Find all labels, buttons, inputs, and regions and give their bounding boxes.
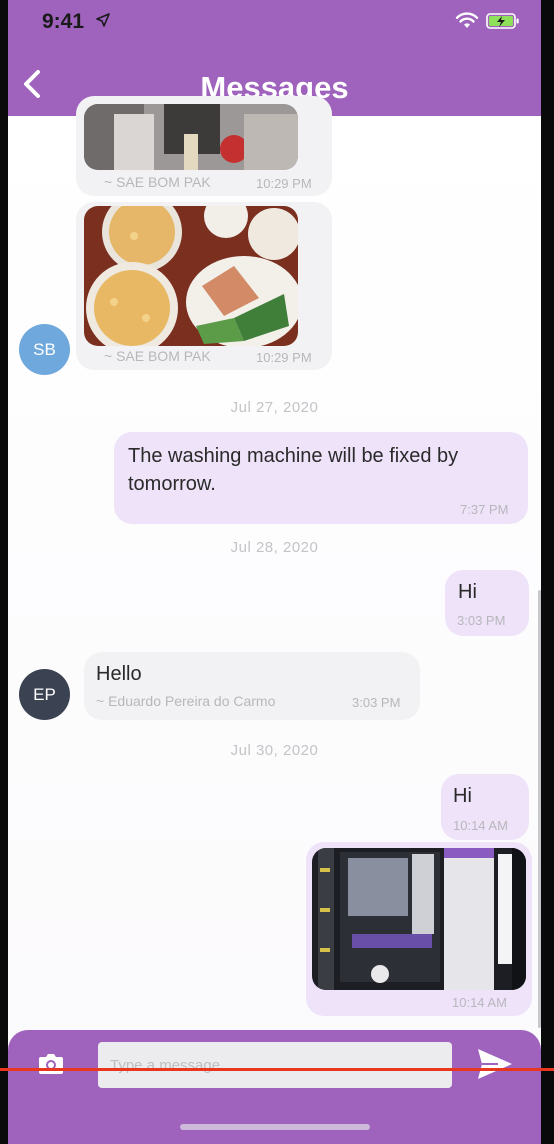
home-indicator xyxy=(180,1124,370,1130)
photo-message: ~ SAE BOM PAK 10:29 PM xyxy=(76,202,332,370)
message-text: Hello xyxy=(96,663,142,685)
avatar[interactable]: EP xyxy=(19,669,70,720)
message-time: 10:14 AM xyxy=(452,995,507,1010)
location-arrow-icon xyxy=(96,13,110,27)
date-separator: Jul 27, 2020 xyxy=(230,399,319,416)
phone-screen: 9:41 Messages ~ SAE BOM PAK 10:29 PM ~ S… xyxy=(8,0,541,1144)
outgoing-message[interactable]: Hi 3:03 PM xyxy=(445,570,529,636)
avatar[interactable]: SB xyxy=(19,324,70,375)
message-time: 3:03 PM xyxy=(352,695,401,710)
outgoing-message[interactable]: The washing machine will be fixed by tom… xyxy=(114,432,528,524)
message-time: 7:37 PM xyxy=(460,502,509,517)
message-time: 10:29 PM xyxy=(256,350,312,365)
send-icon[interactable] xyxy=(476,1046,514,1082)
photo-message: ~ SAE BOM PAK 10:29 PM xyxy=(76,96,332,196)
camera-icon[interactable] xyxy=(36,1050,66,1078)
message-sender: ~ SAE BOM PAK xyxy=(104,348,211,364)
status-time: 9:41 xyxy=(42,10,85,33)
avatar-initials: EP xyxy=(33,684,56,704)
incoming-message[interactable]: Hello ~ Eduardo Pereira do Carmo 3:03 PM xyxy=(84,652,420,720)
message-sender: ~ SAE BOM PAK xyxy=(104,174,211,190)
photo-thumbnail[interactable] xyxy=(84,206,298,346)
message-input[interactable] xyxy=(98,1042,452,1088)
message-text: Hi xyxy=(458,581,477,603)
message-list[interactable]: ~ SAE BOM PAK 10:29 PM ~ SAE BOM PAK 10:… xyxy=(8,96,541,1036)
avatar-initials: SB xyxy=(33,339,56,359)
message-text: Hi xyxy=(453,785,472,807)
message-text: The washing machine will be fixed by tom… xyxy=(128,445,459,495)
message-time: 10:29 PM xyxy=(256,176,312,191)
message-time: 10:14 AM xyxy=(453,818,508,833)
photo-thumbnail[interactable] xyxy=(312,848,526,990)
wifi-icon xyxy=(455,12,479,28)
date-separator: Jul 28, 2020 xyxy=(230,539,319,556)
scrollbar[interactable] xyxy=(538,590,541,1028)
message-sender: ~ Eduardo Pereira do Carmo xyxy=(96,693,276,709)
composer-bar xyxy=(8,1030,541,1144)
outgoing-photo-message: 10:14 AM xyxy=(306,842,532,1016)
message-time: 3:03 PM xyxy=(457,613,506,628)
battery-charging-icon xyxy=(486,13,519,29)
photo-thumbnail[interactable] xyxy=(84,104,298,170)
date-separator: Jul 30, 2020 xyxy=(230,742,319,759)
outgoing-message[interactable]: Hi 10:14 AM xyxy=(441,774,529,840)
overlay-divider-line xyxy=(0,1068,554,1071)
